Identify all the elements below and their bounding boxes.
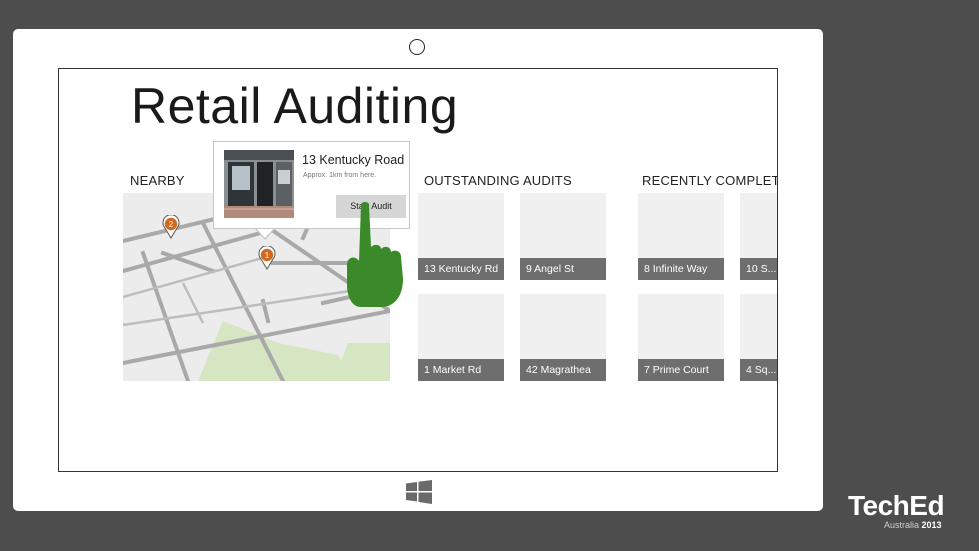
audit-tile-label: 9 Angel St <box>520 258 606 280</box>
section-outstanding-audits: OUTSTANDING AUDITS <box>424 173 572 188</box>
audit-tile-label: 1 Market Rd <box>418 359 504 381</box>
popup-address: 13 Kentucky Road <box>302 153 405 167</box>
windows-logo-icon[interactable] <box>406 480 432 504</box>
completed-audit-label: 8 Infinite Way <box>638 258 724 280</box>
completed-audit-tile[interactable]: 4 Sq... <box>740 294 777 381</box>
teched-region: Australia <box>884 520 920 530</box>
pointing-hand-icon <box>341 199 409 309</box>
completed-audit-label: 7 Prime Court <box>638 359 724 381</box>
popup-tail <box>256 228 274 238</box>
completed-audit-label: 4 Sq... <box>740 359 777 381</box>
audit-tile-label: 42 Magrathea <box>520 359 606 381</box>
map-pin-label: 2 <box>169 220 174 229</box>
teched-subtitle: Australia 2013 <box>884 520 942 530</box>
map-pin-label: 1 <box>265 251 270 260</box>
map-pin-icon[interactable]: 1 <box>258 246 276 270</box>
audit-tile[interactable]: 13 Kentucky Rd <box>418 193 504 280</box>
section-recently-complete: RECENTLY COMPLETE <box>642 173 778 188</box>
camera-icon <box>409 39 425 55</box>
audit-tile[interactable]: 9 Angel St <box>520 193 606 280</box>
popup-distance: Approx. 1km from here. <box>303 172 377 179</box>
app-screen: Retail Auditing NEARBY OUTSTANDING AUDIT… <box>58 68 778 472</box>
page-title: Retail Auditing <box>131 78 459 134</box>
completed-audit-label: 10 S... <box>740 258 777 280</box>
teched-year: 2013 <box>921 520 942 530</box>
teched-logo: TechEd <box>848 490 945 521</box>
map-pin-icon[interactable]: 2 <box>162 215 180 239</box>
completed-audit-tile[interactable]: 10 S... <box>740 193 777 280</box>
section-nearby: NEARBY <box>130 173 185 188</box>
audit-tile[interactable]: 42 Magrathea <box>520 294 606 381</box>
store-photo <box>224 150 294 218</box>
audit-tile-label: 13 Kentucky Rd <box>418 258 504 280</box>
audit-tile[interactable]: 1 Market Rd <box>418 294 504 381</box>
completed-audit-tile[interactable]: 8 Infinite Way <box>638 193 724 280</box>
completed-audit-tile[interactable]: 7 Prime Court <box>638 294 724 381</box>
